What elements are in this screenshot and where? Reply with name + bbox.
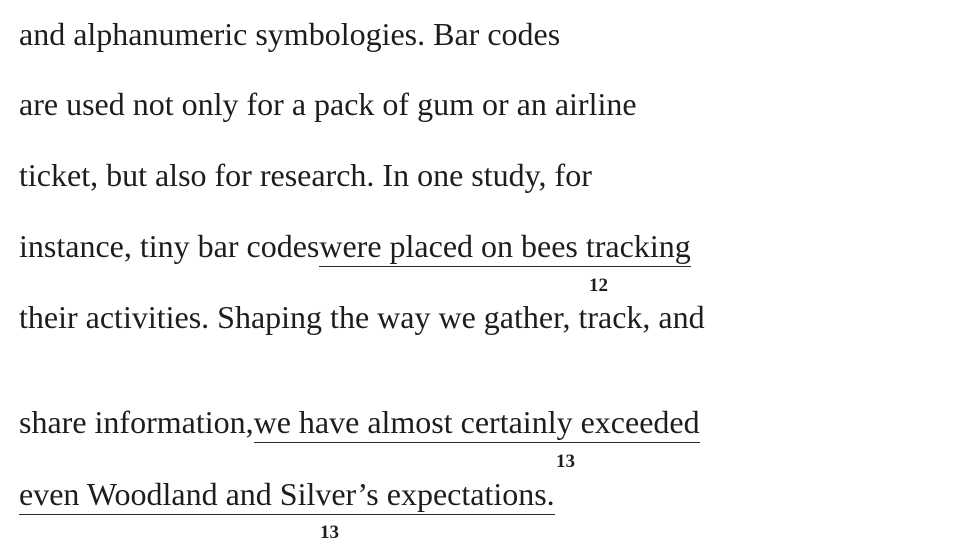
passage-text: are used not only for a pack of gum or a… [19,86,637,122]
passage-line-1: and alphanumeric symbologies. Bar codes [19,14,560,54]
passage-text: share information, [19,404,254,440]
underlined-portion-13b[interactable]: even Woodland and Silver’s expectations. [19,476,555,515]
passage-page: and alphanumeric symbologies. Bar codes … [0,0,980,555]
passage-line-5: their activities. Shaping the way we gat… [19,297,705,337]
passage-line-7: even Woodland and Silver’s expectations. [19,474,555,515]
passage-text: and alphanumeric symbologies. Bar codes [19,16,561,52]
passage-text: their activities. Shaping the way we gat… [19,299,705,335]
passage-line-6: share information, we have almost certai… [19,402,700,443]
question-number-12: 12 [589,275,608,296]
passage-text: ticket, but also for research. In one st… [19,157,592,193]
question-number-13a: 13 [556,451,575,472]
passage-line-4: instance, tiny bar codes were placed on … [19,226,691,267]
passage-line-3: ticket, but also for research. In one st… [19,155,592,195]
passage-line-2: are used not only for a pack of gum or a… [19,84,637,124]
underlined-portion-13a[interactable]: we have almost certainly exceeded [253,404,700,443]
underlined-portion-12[interactable]: were placed on bees tracking [319,228,691,267]
passage-text: instance, tiny bar codes [19,228,320,264]
question-number-13b: 13 [320,522,339,543]
